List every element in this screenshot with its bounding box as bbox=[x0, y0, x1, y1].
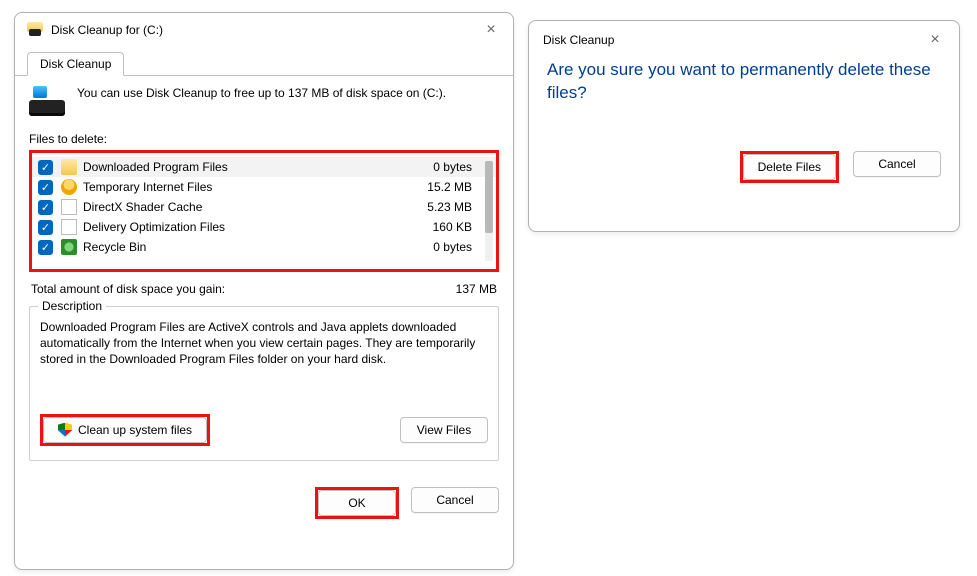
confirm-cancel-button[interactable]: Cancel bbox=[853, 151, 941, 177]
delete-files-button[interactable]: Delete Files bbox=[743, 154, 836, 180]
ok-highlight: OK bbox=[315, 487, 399, 519]
lock-icon bbox=[61, 179, 77, 195]
cancel-button[interactable]: Cancel bbox=[411, 487, 499, 513]
list-item[interactable]: ✓ Temporary Internet Files15.2 MB bbox=[32, 177, 496, 197]
checkbox[interactable]: ✓ bbox=[38, 220, 53, 235]
dialog-button-row: OK Cancel bbox=[15, 475, 513, 519]
cleanup-system-highlight: Clean up system files bbox=[40, 414, 210, 446]
window-title: Disk Cleanup for (C:) bbox=[51, 23, 163, 37]
list-item[interactable]: ✓ Delivery Optimization Files160 KB bbox=[32, 217, 496, 237]
confirm-title: Disk Cleanup bbox=[543, 33, 614, 47]
view-files-button[interactable]: View Files bbox=[400, 417, 488, 443]
close-icon[interactable]: × bbox=[925, 31, 945, 49]
page-icon bbox=[61, 199, 77, 215]
cleanup-system-files-button[interactable]: Clean up system files bbox=[43, 417, 207, 443]
tab-disk-cleanup[interactable]: Disk Cleanup bbox=[27, 52, 124, 76]
description-group: Description Downloaded Program Files are… bbox=[29, 306, 499, 461]
shield-icon bbox=[58, 423, 72, 437]
item-size: 0 bytes bbox=[412, 160, 482, 174]
total-label: Total amount of disk space you gain: bbox=[31, 282, 225, 296]
ok-button[interactable]: OK bbox=[318, 490, 396, 516]
total-value: 137 MB bbox=[456, 282, 497, 296]
description-text: Downloaded Program Files are ActiveX con… bbox=[40, 319, 488, 368]
list-item[interactable]: ✓ Recycle Bin0 bytes bbox=[32, 237, 496, 257]
cleanup-system-files-label: Clean up system files bbox=[78, 423, 192, 437]
drive-icon bbox=[29, 86, 65, 120]
files-to-delete-label: Files to delete: bbox=[29, 132, 499, 146]
scrollbar[interactable] bbox=[485, 161, 493, 261]
intro-text: You can use Disk Cleanup to free up to 1… bbox=[77, 86, 446, 102]
item-name: Delivery Optimization Files bbox=[83, 220, 412, 234]
file-list[interactable]: ✓Downloaded Program Files0 bytes✓Tempora… bbox=[32, 157, 496, 265]
disk-cleanup-window: Disk Cleanup for (C:) × Disk Cleanup You… bbox=[14, 12, 514, 570]
app-icon bbox=[27, 22, 43, 38]
list-item[interactable]: ✓ Downloaded Program Files0 bytes bbox=[32, 157, 496, 177]
tabstrip: Disk Cleanup bbox=[15, 51, 513, 76]
folder-icon bbox=[61, 159, 77, 175]
file-list-highlight: ✓Downloaded Program Files0 bytes✓Tempora… bbox=[29, 150, 499, 272]
page-icon bbox=[61, 219, 77, 235]
close-icon[interactable]: × bbox=[481, 21, 501, 39]
item-name: DirectX Shader Cache bbox=[83, 200, 412, 214]
tab-content: You can use Disk Cleanup to free up to 1… bbox=[15, 76, 513, 475]
scrollbar-thumb[interactable] bbox=[485, 161, 493, 233]
recycle-icon bbox=[61, 239, 77, 255]
confirm-dialog: Disk Cleanup × Are you sure you want to … bbox=[528, 20, 960, 232]
list-item[interactable]: ✓ DirectX Shader Cache5.23 MB bbox=[32, 197, 496, 217]
item-size: 5.23 MB bbox=[412, 200, 482, 214]
checkbox[interactable]: ✓ bbox=[38, 160, 53, 175]
titlebar: Disk Cleanup for (C:) × bbox=[15, 13, 513, 45]
item-size: 160 KB bbox=[412, 220, 482, 234]
item-size: 15.2 MB bbox=[412, 180, 482, 194]
item-size: 0 bytes bbox=[412, 240, 482, 254]
checkbox[interactable]: ✓ bbox=[38, 180, 53, 195]
item-name: Recycle Bin bbox=[83, 240, 412, 254]
description-legend: Description bbox=[38, 299, 106, 313]
item-name: Downloaded Program Files bbox=[83, 160, 412, 174]
checkbox[interactable]: ✓ bbox=[38, 200, 53, 215]
delete-files-highlight: Delete Files bbox=[740, 151, 839, 183]
checkbox[interactable]: ✓ bbox=[38, 240, 53, 255]
item-name: Temporary Internet Files bbox=[83, 180, 412, 194]
confirm-message: Are you sure you want to permanently del… bbox=[547, 59, 941, 105]
